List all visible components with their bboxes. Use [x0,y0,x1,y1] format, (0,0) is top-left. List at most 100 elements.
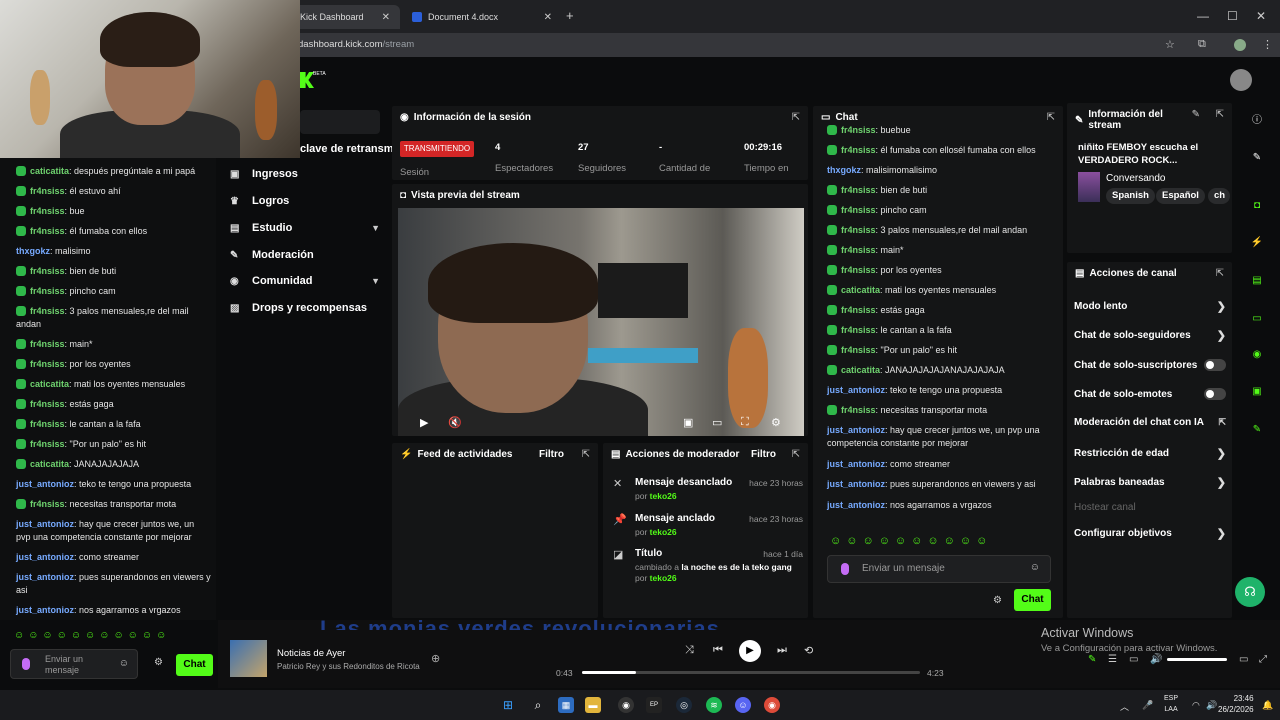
left-chat-send-button[interactable]: Chat [176,654,213,676]
sidebar-search[interactable] [300,110,380,134]
chat-username[interactable]: just_antonioz [16,605,74,615]
emotes-only-toggle[interactable] [1204,388,1226,400]
server-icon[interactable]: ▣ [1249,384,1265,400]
chat-username[interactable]: fr4nsiss [30,266,65,276]
system-clock[interactable]: 23:46 26/2/2026 [1218,693,1254,715]
tab-kick-dashboard[interactable]: Kick Dashboard ✕ [292,5,400,29]
chat-username[interactable]: fr4nsiss [841,265,876,275]
chat-username[interactable]: fr4nsiss [841,325,876,335]
emoji-icon[interactable]: ☺ [119,658,129,669]
tray-chevron-icon[interactable]: ︿ [1120,700,1129,713]
tag-pill[interactable]: Spanish [1106,188,1155,204]
browser-menu-icon[interactable]: ⋮ [1262,38,1273,51]
repeat-icon[interactable]: ⟲ [804,644,813,657]
chat-username[interactable]: fr4nsiss [841,245,876,255]
emote-bar[interactable]: ☺☺☺☺☺☺☺☺☺☺ [830,535,992,547]
chat-username[interactable]: fr4nsiss [30,286,65,296]
volume-slider[interactable] [1167,658,1227,661]
notifications-icon[interactable]: 🔔 [1262,700,1273,711]
play-pause-button[interactable]: ▶ [739,640,761,662]
feed-filter-button[interactable]: Filtro [539,449,564,460]
chat-username[interactable]: just_antonioz [827,459,885,469]
steam-icon[interactable]: ◎ [676,697,692,713]
chat-username[interactable]: fr4nsiss [30,186,65,196]
action-followers-only[interactable]: Chat de solo-seguidores ❯ [1074,329,1226,342]
close-window-button[interactable]: ✕ [1256,9,1266,23]
popout-icon[interactable]: ⇱ [1047,112,1055,123]
info-icon[interactable]: ⓘ [1249,113,1265,129]
tray-volume-icon[interactable]: 🔊 [1206,700,1217,711]
chat-username[interactable]: just_antonioz [16,479,74,489]
song-title[interactable]: Noticias de Ayer [277,648,345,659]
tag-pill[interactable]: ch [1208,188,1230,204]
microphone-icon[interactable] [841,563,849,575]
maximize-button[interactable]: ☐ [1227,9,1238,23]
action-slow-mode[interactable]: Modo lento ❯ [1074,300,1226,313]
theater-mode-icon[interactable]: ▭ [712,416,722,429]
sidebar-item-estudio[interactable]: ▤ Estudio ▼ [230,222,380,234]
chat-send-button[interactable]: Chat [1014,589,1051,611]
chat-username[interactable]: caticatita [30,166,69,176]
tag-pill[interactable]: Español [1156,188,1205,204]
sidebar-item-moderacion[interactable]: ✎ Moderación [230,249,380,261]
chat-username[interactable]: fr4nsiss [841,305,876,315]
epic-games-icon[interactable]: EP [646,697,662,713]
chat-username[interactable]: caticatita [841,285,880,295]
mod-username[interactable]: teko26 [650,491,677,501]
chat-username[interactable]: caticatita [30,379,69,389]
chat-username[interactable]: caticatita [841,365,880,375]
mod-username[interactable]: teko26 [650,573,677,583]
minimize-button[interactable]: — [1197,9,1209,23]
close-tab-icon[interactable]: ✕ [544,12,552,23]
popout-icon[interactable]: ⇱ [582,449,590,460]
action-configure-goals[interactable]: Configurar objetivos ❯ [1074,527,1226,540]
tray-mic-icon[interactable]: 🎤 [1142,700,1153,711]
sidebar-item-drops[interactable]: ▨ Drops y recompensas [230,302,380,314]
popout-icon[interactable]: ⇱ [1216,109,1224,120]
chat-username[interactable]: fr4nsiss [30,306,65,316]
sidebar-item-ingresos[interactable]: ▣ Ingresos [230,168,380,180]
extensions-icon[interactable]: ⧉ [1198,38,1206,51]
lyrics-icon[interactable]: ✎ [1088,654,1096,665]
chat-username[interactable]: fr4nsiss [841,125,876,135]
mod-username[interactable]: teko26 [650,527,677,537]
chat-username[interactable]: just_antonioz [16,519,74,529]
queue-icon[interactable]: ☰ [1108,654,1117,665]
wrench-icon[interactable]: ✎ [1249,422,1265,438]
camera-icon[interactable]: ◘ [1249,198,1265,214]
chat-input[interactable]: Enviar un mensaje ☺ [827,555,1051,583]
chat-icon[interactable]: ▭ [1249,311,1265,327]
chat-username[interactable]: caticatita [30,459,69,469]
new-tab-button[interactable]: + [566,8,574,23]
notes-icon[interactable]: ▤ [1249,273,1265,289]
bookmark-star-icon[interactable]: ☆ [1165,38,1175,51]
obs-icon[interactable]: ◉ [618,697,634,713]
chat-username[interactable]: fr4nsiss [30,226,65,236]
close-tab-icon[interactable]: ✕ [382,12,390,23]
previous-track-icon[interactable]: ⏮ [713,644,723,657]
chat-username[interactable]: just_antonioz [16,572,74,582]
progress-bar[interactable] [582,671,920,674]
chat-username[interactable]: fr4nsiss [841,345,876,355]
search-icon[interactable]: ⌕ [530,697,546,713]
chat-username[interactable]: just_antonioz [16,552,74,562]
tab-document[interactable]: Document 4.docx ✕ [404,5,562,29]
chat-settings-icon[interactable]: ⚙ [993,595,1002,606]
play-icon[interactable]: ▶ [420,416,428,429]
chat-username[interactable]: just_antonioz [827,500,885,510]
add-to-playlist-icon[interactable]: ⊕ [431,652,440,665]
action-age-restriction[interactable]: Restricción de edad ❯ [1074,447,1226,460]
chat-username[interactable]: thxgokz [16,246,50,256]
volume-icon[interactable]: 🔊 [1150,654,1162,665]
chrome-icon[interactable]: ◉ [764,697,780,713]
chat-username[interactable]: fr4nsiss [30,399,65,409]
user-avatar[interactable] [1230,69,1252,91]
chat-username[interactable]: thxgokz [827,165,861,175]
mute-icon[interactable]: 🔇 [448,416,462,429]
language-indicator[interactable]: ESP LAA [1164,693,1178,715]
chat-username[interactable]: just_antonioz [827,479,885,489]
url-text[interactable]: dashboard.kick.com/stream [298,39,414,50]
left-chat-input[interactable]: Enviar un mensaje ☺ [10,649,138,679]
fullscreen-icon[interactable]: ⤢ [1259,654,1267,665]
store-icon[interactable]: ▦ [558,697,574,713]
